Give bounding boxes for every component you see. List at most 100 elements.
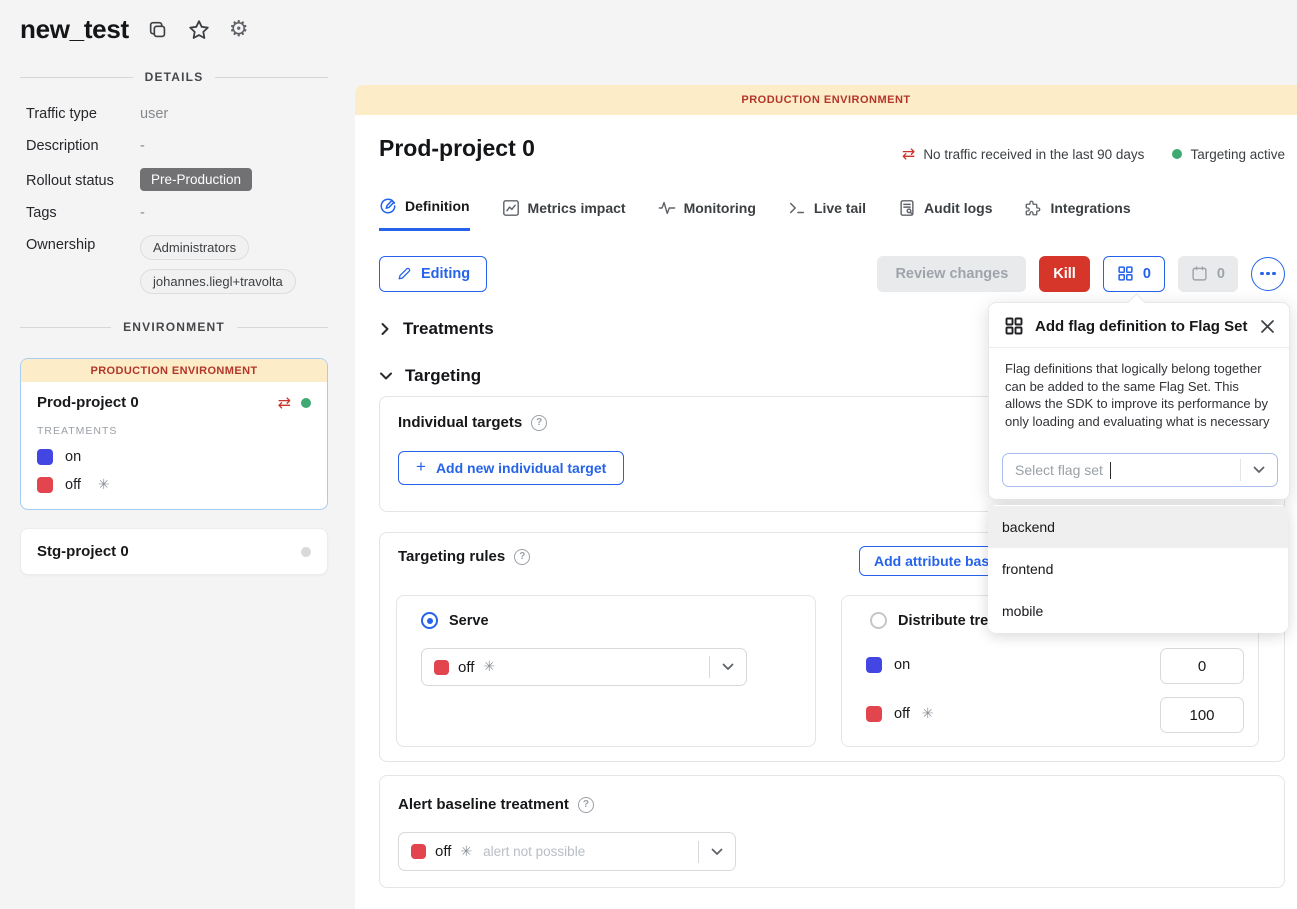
audit-logs-icon: [898, 199, 916, 217]
distribute-on-percentage-input[interactable]: [1160, 648, 1244, 684]
environment-card-production[interactable]: PRODUCTION ENVIRONMENT Prod-project 0 ⇄ …: [20, 358, 328, 510]
no-traffic-icon: ⇄: [278, 395, 291, 411]
flag-set-option-backend[interactable]: backend: [988, 506, 1288, 548]
alert-baseline-title: Alert baseline treatment: [398, 796, 569, 813]
environment-name: Prod-project 0: [37, 394, 278, 411]
default-treatment-icon: ✳: [483, 659, 495, 675]
no-traffic-icon: ⇄: [902, 146, 915, 162]
environment-card-staging[interactable]: Stg-project 0: [20, 528, 328, 575]
text-caret: [1110, 462, 1111, 479]
app-header: new_test ⚙: [20, 14, 249, 45]
tab-definition[interactable]: Definition: [379, 197, 470, 231]
environment-name: Stg-project 0: [37, 543, 301, 560]
serve-treatment-value: off: [458, 659, 474, 676]
add-flag-set-popup: Add flag definition to Flag Set Flag def…: [988, 302, 1290, 500]
close-icon[interactable]: [1260, 319, 1275, 334]
details-header: DETAILS: [145, 70, 204, 84]
environment-header: ENVIRONMENT: [123, 320, 225, 334]
add-individual-target-button[interactable]: + Add new individual target: [398, 451, 624, 485]
metrics-impact-icon: [502, 199, 520, 217]
inactive-dot: [301, 547, 311, 557]
distribute-radio[interactable]: [870, 612, 887, 629]
ownership-row: Ownership Administrators johannes.liegl+…: [26, 235, 328, 294]
gear-icon[interactable]: ⚙: [229, 19, 249, 41]
flag-set-options-dropdown: backend frontend mobile: [988, 505, 1288, 633]
environment-block: ENVIRONMENT PRODUCTION ENVIRONMENT Prod-…: [0, 320, 355, 575]
editing-button[interactable]: Editing: [379, 256, 487, 292]
treatments-header: TREATMENTS: [37, 425, 311, 437]
toolbar: Editing Review changes Kill 0: [379, 255, 1285, 292]
editing-label: Editing: [421, 266, 470, 282]
details-rows: Traffic type user Description - Rollout …: [26, 104, 328, 294]
treatment-on-chip: [866, 657, 882, 673]
treatment-off-chip: [411, 844, 426, 859]
flag-set-count: 0: [1143, 266, 1151, 282]
tab-live-tail[interactable]: Live tail: [788, 197, 866, 231]
more-options-button[interactable]: [1251, 257, 1285, 291]
default-treatment-icon: ✳: [460, 844, 472, 860]
chevron-down-icon: [699, 848, 735, 856]
help-icon[interactable]: ?: [578, 797, 594, 813]
distribute-off-percentage-input[interactable]: [1160, 697, 1244, 733]
sidebar: DETAILS Traffic type user Description - …: [0, 70, 355, 575]
tab-monitoring[interactable]: Monitoring: [658, 197, 756, 231]
treatment-on-chip: [37, 449, 53, 465]
flag-set-select-placeholder: Select flag set: [1015, 462, 1103, 478]
status-row: ⇄ No traffic received in the last 90 day…: [902, 146, 1285, 162]
alert-baseline-card: Alert baseline treatment ? off ✳ alert n…: [379, 775, 1285, 888]
no-traffic-status: No traffic received in the last 90 days: [923, 147, 1144, 162]
owner-pill-user[interactable]: johannes.liegl+travolta: [140, 269, 296, 294]
targeting-section-toggle[interactable]: Targeting: [379, 366, 481, 386]
alert-baseline-value: off: [435, 843, 451, 860]
treatments-section-toggle[interactable]: Treatments: [379, 319, 494, 339]
tab-label: Metrics impact: [528, 200, 626, 216]
star-icon[interactable]: [187, 18, 211, 42]
tags-label: Tags: [26, 203, 140, 221]
description-label: Description: [26, 136, 140, 154]
review-changes-label: Review changes: [895, 266, 1008, 282]
owner-pill-administrators[interactable]: Administrators: [140, 235, 249, 260]
distribute-row-off: off ✳: [866, 706, 934, 722]
schedule-count-button[interactable]: 0: [1178, 256, 1238, 292]
serve-radio[interactable]: [421, 612, 438, 629]
flag-set-option-frontend[interactable]: frontend: [988, 548, 1288, 590]
distribute-row-on: on: [866, 657, 910, 673]
flag-set-count-button[interactable]: 0: [1103, 256, 1165, 292]
kill-label: Kill: [1053, 266, 1076, 282]
review-changes-button[interactable]: Review changes: [877, 256, 1026, 292]
flag-set-grid-icon: [1117, 265, 1134, 282]
alert-baseline-select[interactable]: off ✳ alert not possible: [398, 832, 736, 871]
targeting-active-status: Targeting active: [1190, 147, 1285, 162]
individual-targets-title: Individual targets: [398, 414, 522, 431]
rollout-status-badge: Pre-Production: [140, 168, 252, 191]
description-row: Description -: [26, 136, 328, 158]
distribute-off-label: off: [894, 706, 910, 722]
definition-icon: [379, 197, 397, 215]
tags-value: -: [140, 203, 145, 221]
flag-set-select-input[interactable]: Select flag set: [1002, 453, 1278, 487]
targeting-active-dot: [1172, 149, 1182, 159]
serve-label: Serve: [449, 613, 489, 629]
treatment-off-chip: [866, 706, 882, 722]
copy-icon[interactable]: [147, 19, 169, 41]
environment-divider: ENVIRONMENT: [20, 320, 328, 334]
kill-button[interactable]: Kill: [1039, 256, 1090, 292]
tab-metrics-impact[interactable]: Metrics impact: [502, 197, 626, 231]
tab-integrations[interactable]: Integrations: [1024, 197, 1130, 231]
treatment-off-chip: [37, 477, 53, 493]
flag-set-option-mobile[interactable]: mobile: [988, 590, 1288, 632]
flag-set-grid-icon: [1004, 316, 1024, 336]
tab-label: Definition: [405, 198, 470, 214]
treatment-off-label: off: [65, 477, 81, 493]
description-value: -: [140, 136, 145, 154]
default-treatment-icon: ✳: [98, 477, 110, 493]
treatment-row-off: off ✳: [37, 477, 311, 493]
targeting-section-label: Targeting: [405, 366, 481, 386]
integrations-icon: [1024, 199, 1042, 217]
help-icon[interactable]: ?: [531, 415, 547, 431]
help-icon[interactable]: ?: [514, 549, 530, 565]
serve-treatment-select[interactable]: off ✳: [421, 648, 747, 686]
traffic-type-value: user: [140, 104, 168, 122]
tab-audit-logs[interactable]: Audit logs: [898, 197, 992, 231]
targeting-rules-title: Targeting rules: [398, 548, 505, 565]
